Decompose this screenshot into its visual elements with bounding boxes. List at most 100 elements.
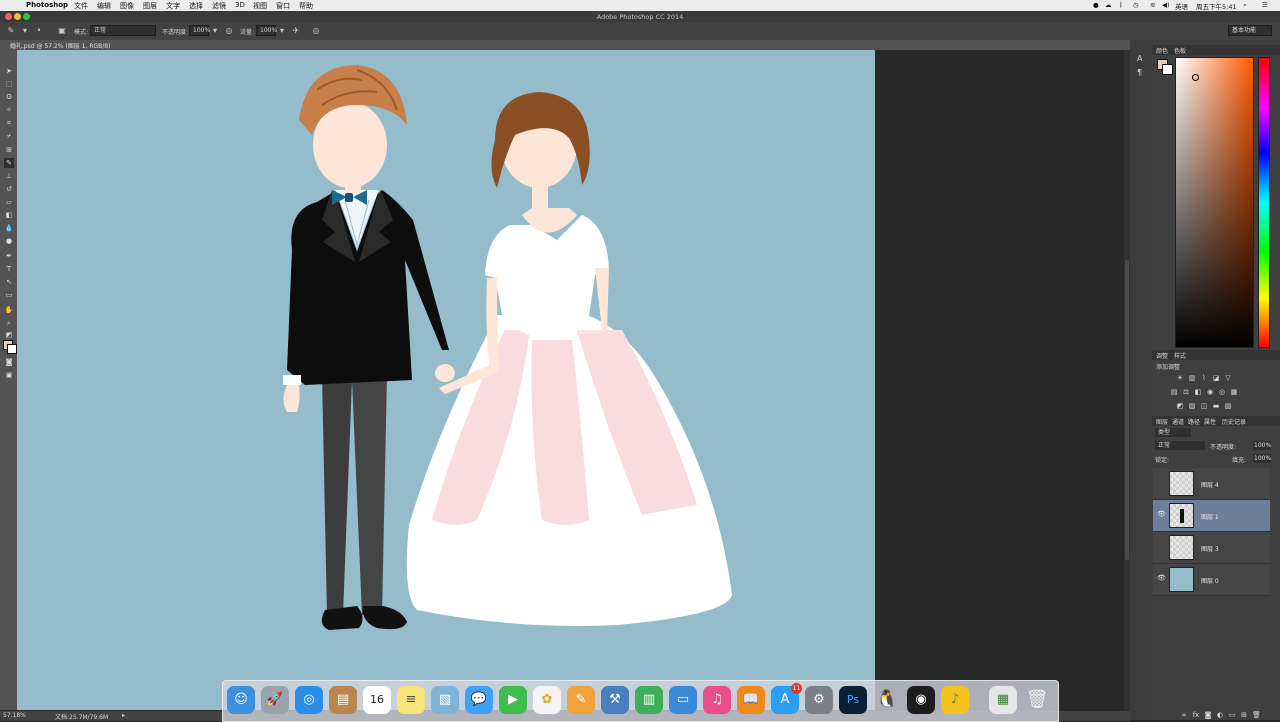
black-white-icon[interactable]: ◧ <box>1194 388 1202 396</box>
time-machine-icon[interactable]: ◷ <box>1133 1 1139 9</box>
layer-name[interactable]: 图层 0 <box>1201 576 1219 585</box>
brightness-contrast-icon[interactable]: ☀ <box>1176 374 1184 382</box>
launchpad-icon[interactable]: 🚀 <box>261 686 289 714</box>
tab-paths[interactable]: 路径 <box>1188 417 1200 426</box>
menu-layer[interactable]: 图层 <box>143 1 157 11</box>
photo-booth-icon[interactable]: ▦ <box>989 686 1017 714</box>
visibility-toggle[interactable] <box>1157 542 1166 551</box>
facetime-icon[interactable]: ▶ <box>499 686 527 714</box>
curves-icon[interactable]: ⌇ <box>1200 374 1208 382</box>
marquee-tool-icon[interactable]: ⬚ <box>4 79 14 89</box>
calendar-icon[interactable]: 16 <box>363 686 391 714</box>
clock[interactable]: 周五下午5:41 <box>1196 1 1237 11</box>
fill-input[interactable]: 100% <box>1253 454 1271 463</box>
airbrush-icon[interactable]: ✈ <box>291 26 301 36</box>
link-layers-icon[interactable]: ∞ <box>1180 711 1188 719</box>
layer-row-selected[interactable]: 👁 图层 1 <box>1153 500 1270 532</box>
preview-icon[interactable]: ▧ <box>431 686 459 714</box>
character-panel-icon[interactable]: A <box>1137 54 1142 63</box>
layer-row[interactable]: 图层 4 <box>1153 468 1270 500</box>
document-canvas[interactable] <box>17 50 875 710</box>
eyedropper-tool-icon[interactable]: ⌿ <box>4 131 14 141</box>
path-select-tool-icon[interactable]: ↖ <box>4 277 14 287</box>
brush-panel-toggle-icon[interactable]: ▣ <box>57 26 67 36</box>
invert-icon[interactable]: ◩ <box>1176 402 1184 410</box>
layer-name[interactable]: 图层 4 <box>1201 480 1219 489</box>
menu-type[interactable]: 文字 <box>166 1 180 11</box>
levels-icon[interactable]: ▥ <box>1188 374 1196 382</box>
tab-swatches[interactable]: 色板 <box>1174 46 1186 55</box>
layer-row[interactable]: 👁 图层 0 <box>1153 564 1270 596</box>
pages-icon[interactable]: ✎ <box>567 686 595 714</box>
visibility-toggle[interactable] <box>1157 478 1166 487</box>
blur-tool-icon[interactable]: 💧 <box>4 223 14 233</box>
flow-input[interactable]: 100% <box>256 25 277 36</box>
workspace-select[interactable]: 基本功能 <box>1228 25 1272 36</box>
layer-name[interactable]: 图层 1 <box>1201 512 1219 521</box>
safari-icon[interactable]: ◎ <box>295 686 323 714</box>
blend-mode-select[interactable]: 正常 <box>1155 441 1205 450</box>
tab-adjustments[interactable]: 调整 <box>1156 351 1168 360</box>
layer-opacity-input[interactable]: 100% <box>1253 441 1271 450</box>
brush-tool-preset-icon[interactable]: ✎ <box>6 26 16 36</box>
photoshop-icon[interactable]: Ps <box>839 686 867 714</box>
system-preferences-icon[interactable]: ⚙ <box>805 686 833 714</box>
status-menu-arrow-icon[interactable]: ▸ <box>122 712 125 719</box>
ibooks-icon[interactable]: 📖 <box>737 686 765 714</box>
opacity-input[interactable]: 100% <box>189 25 210 36</box>
history-brush-tool-icon[interactable]: ↺ <box>4 184 14 194</box>
quick-select-tool-icon[interactable]: ✧ <box>4 105 14 115</box>
type-tool-icon[interactable]: T <box>4 264 14 274</box>
tab-layers[interactable]: 图层 <box>1156 417 1168 426</box>
dodge-tool-icon[interactable]: ● <box>4 236 14 246</box>
color-lookup-icon[interactable]: ▦ <box>1230 388 1238 396</box>
volume-icon[interactable]: ◀) <box>1162 1 1170 9</box>
shape-tool-icon[interactable]: ▭ <box>4 290 14 300</box>
visibility-eye-icon[interactable]: 👁 <box>1157 574 1166 583</box>
visibility-eye-icon[interactable]: 👁 <box>1157 510 1166 519</box>
selective-color-icon[interactable]: ▧ <box>1224 402 1232 410</box>
hue-saturation-icon[interactable]: ▤ <box>1170 388 1178 396</box>
contacts-icon[interactable]: ▤ <box>329 686 357 714</box>
menu-view[interactable]: 视图 <box>253 1 267 11</box>
qq-status-icon[interactable]: ● <box>1093 1 1099 9</box>
menu-select[interactable]: 选择 <box>189 1 203 11</box>
brush-size-icon[interactable]: • <box>34 26 44 36</box>
new-adjustment-icon[interactable]: ◐ <box>1216 711 1224 719</box>
bluetooth-icon[interactable]: ᛒ <box>1119 1 1123 9</box>
menu-help[interactable]: 帮助 <box>299 1 313 11</box>
color-picker-marker[interactable] <box>1192 74 1199 81</box>
messages-icon[interactable]: 💬 <box>465 686 493 714</box>
menu-file[interactable]: 文件 <box>74 1 88 11</box>
new-group-icon[interactable]: ▭ <box>1228 711 1236 719</box>
gradient-tool-icon[interactable]: ◧ <box>4 210 14 220</box>
vibrance-icon[interactable]: ▽ <box>1224 374 1232 382</box>
spotlight-icon[interactable]: ⌕ <box>1243 1 1247 10</box>
channel-mixer-icon[interactable]: ◎ <box>1218 388 1226 396</box>
pen-tool-icon[interactable]: ✒ <box>4 251 14 261</box>
lasso-tool-icon[interactable]: ʘ <box>4 92 14 102</box>
color-picker-field[interactable] <box>1175 57 1254 348</box>
photos-icon[interactable]: ✿ <box>533 686 561 714</box>
hue-slider[interactable] <box>1258 57 1270 348</box>
hand-tool-icon[interactable]: ✋ <box>4 305 14 315</box>
color-balance-icon[interactable]: ⚖ <box>1182 388 1190 396</box>
tab-color[interactable]: 颜色 <box>1156 46 1168 55</box>
panel-background-swatch[interactable] <box>1162 64 1173 75</box>
notification-center-icon[interactable]: ☰ <box>1262 1 1268 9</box>
input-method[interactable]: 英语 <box>1175 1 1188 11</box>
pressure-size-icon[interactable]: ◎ <box>311 26 321 36</box>
layer-style-icon[interactable]: fx <box>1192 711 1200 719</box>
trash-icon[interactable]: 🗑 <box>1023 686 1051 714</box>
quick-mask-icon[interactable]: ◙ <box>4 357 14 367</box>
numbers-icon[interactable]: ▥ <box>635 686 663 714</box>
menu-window[interactable]: 窗口 <box>276 1 290 11</box>
layer-kind-filter[interactable]: 类型 <box>1155 428 1191 437</box>
tab-styles[interactable]: 样式 <box>1174 351 1186 360</box>
default-colors-icon[interactable]: ◩ <box>4 330 14 340</box>
crop-tool-icon[interactable]: ⌗ <box>4 118 14 128</box>
opacity-slider-icon[interactable]: ▾ <box>210 26 220 36</box>
eraser-tool-icon[interactable]: ▱ <box>4 197 14 207</box>
menu-3d[interactable]: 3D <box>235 1 245 9</box>
wifi-icon[interactable]: ≋ <box>1150 1 1155 9</box>
